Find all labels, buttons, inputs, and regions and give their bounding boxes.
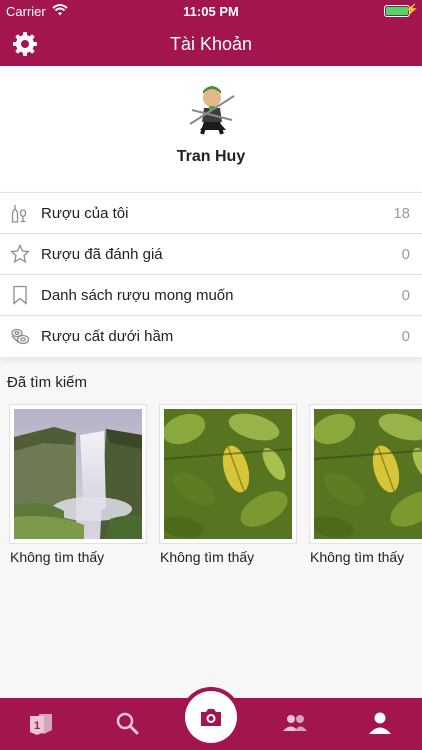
menu-item-label: Rượu đã đánh giá bbox=[41, 246, 163, 263]
charging-icon: ⚡ bbox=[405, 4, 419, 16]
leaves-photo bbox=[309, 404, 422, 544]
history-section-title: Đã tìm kiếm bbox=[7, 374, 88, 391]
wine-barrel-icon bbox=[10, 326, 30, 346]
search-icon[interactable] bbox=[114, 710, 140, 736]
users-icon[interactable] bbox=[282, 710, 308, 736]
history-carousel[interactable]: Không tìm thấy Không tìm thấy Không tìm … bbox=[0, 404, 422, 574]
bookmark-icon bbox=[10, 285, 30, 305]
menu-item-count: 0 bbox=[401, 246, 410, 263]
menu-item-my-wines[interactable]: Rượu của tôi 18 bbox=[0, 193, 422, 234]
history-card[interactable]: Không tìm thấy bbox=[159, 404, 297, 565]
status-bar: Carrier 11:05 PM ⚡ bbox=[0, 0, 422, 22]
waterfall-photo bbox=[9, 404, 147, 544]
menu-item-wishlist[interactable]: Danh sách rượu mong muốn 0 bbox=[0, 275, 422, 316]
page-title: Tài Khoản bbox=[169, 34, 253, 54]
profile-name: Tran Huy bbox=[176, 148, 246, 165]
history-card[interactable]: Không tìm thấy bbox=[9, 404, 147, 565]
nav-bar: Tài Khoản bbox=[0, 22, 422, 66]
leaves-photo bbox=[159, 404, 297, 544]
camera-icon bbox=[201, 709, 221, 726]
history-caption: Không tìm thấy bbox=[10, 549, 105, 565]
profile-icon[interactable] bbox=[367, 710, 393, 736]
account-menu: Rượu của tôi 18 Rượu đã đánh giá 0 Danh … bbox=[0, 192, 422, 357]
star-icon bbox=[9, 243, 31, 264]
menu-item-label: Rượu của tôi bbox=[41, 205, 129, 222]
menu-item-cellar[interactable]: Rượu cất dưới hầm 0 bbox=[0, 316, 422, 357]
menu-item-count: 18 bbox=[393, 205, 410, 222]
menu-item-count: 0 bbox=[401, 287, 410, 304]
wine-bottles-icon bbox=[10, 203, 30, 223]
badge-card-icon[interactable]: 1 bbox=[28, 710, 54, 736]
menu-item-rated-wines[interactable]: Rượu đã đánh giá 0 bbox=[0, 234, 422, 275]
history-card[interactable]: Không tìm thấy bbox=[309, 404, 422, 565]
history-caption: Không tìm thấy bbox=[160, 549, 255, 565]
tab-badge: 1 bbox=[34, 720, 40, 732]
avatar[interactable] bbox=[182, 78, 242, 138]
menu-item-label: Danh sách rượu mong muốn bbox=[41, 287, 234, 304]
clock-label: 11:05 PM bbox=[183, 4, 239, 19]
menu-item-label: Rượu cất dưới hầm bbox=[41, 328, 174, 345]
profile-section: Tran Huy bbox=[0, 66, 422, 192]
menu-item-count: 0 bbox=[401, 328, 410, 345]
history-caption: Không tìm thấy bbox=[310, 549, 405, 565]
camera-button[interactable] bbox=[181, 687, 241, 747]
